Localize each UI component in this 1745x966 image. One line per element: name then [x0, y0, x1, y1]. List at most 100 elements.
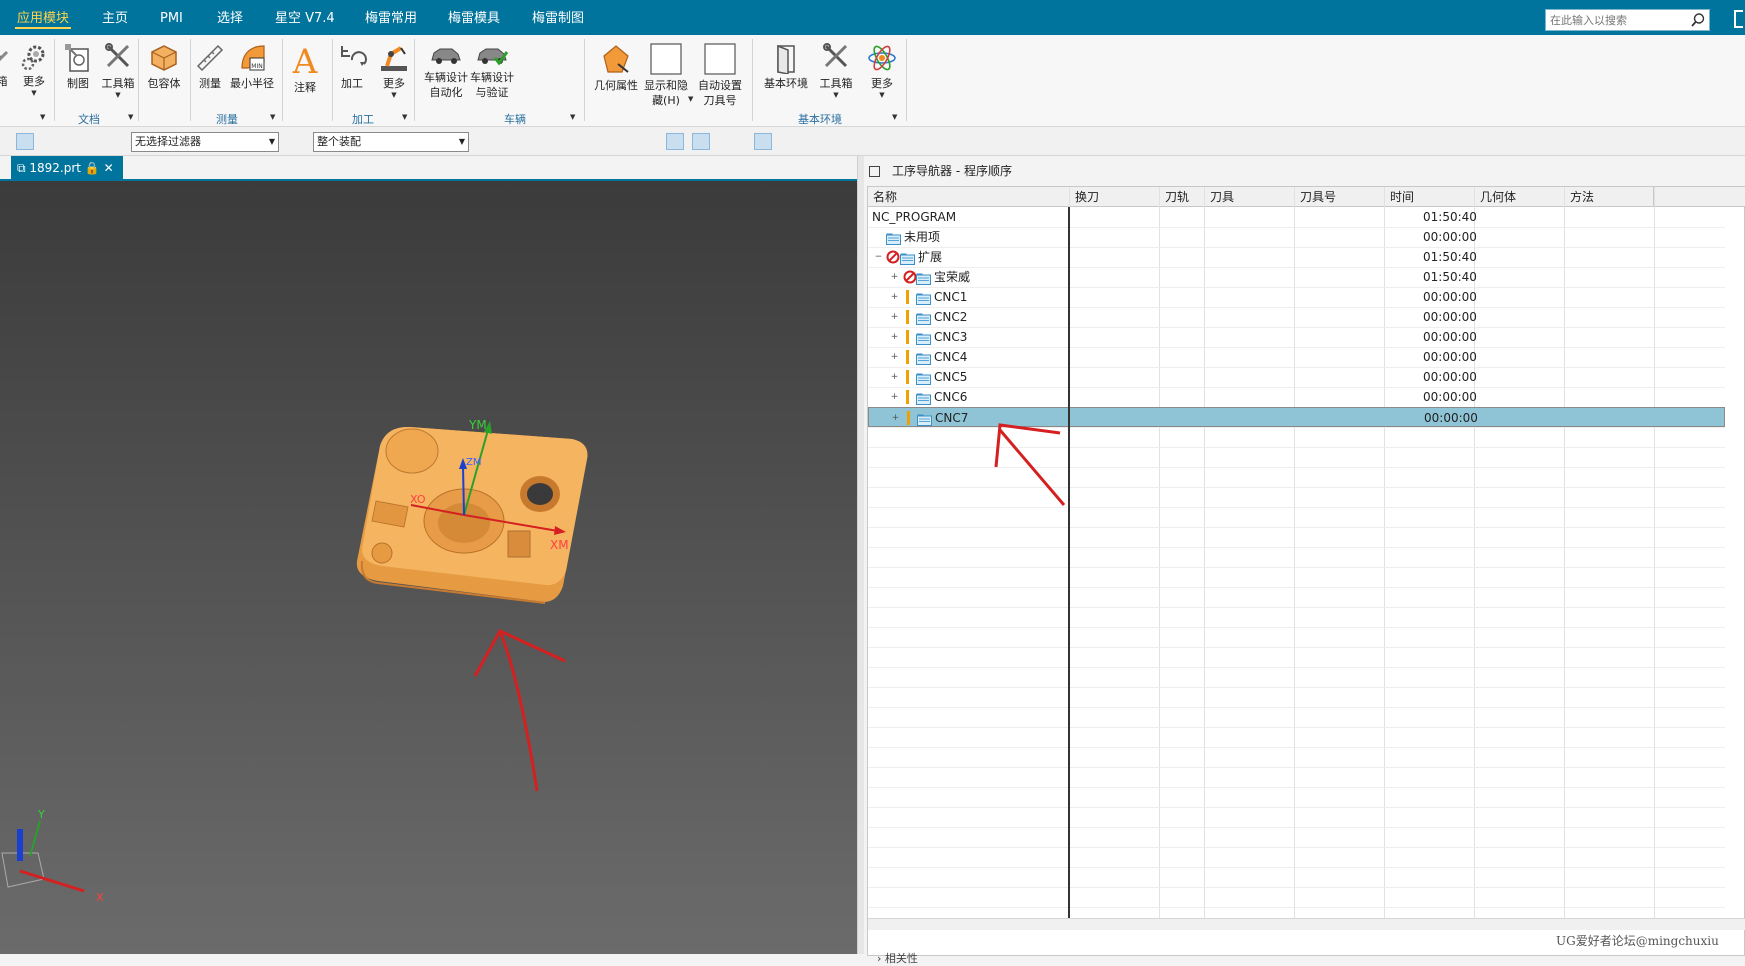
- more-button-3[interactable]: 更多 ▼: [856, 37, 908, 105]
- row-divider: [868, 607, 1725, 608]
- no-entry-status-icon: [886, 250, 900, 264]
- dropdown-arrow-icon[interactable]: ▼: [688, 95, 693, 103]
- snap-solid-icon[interactable]: [540, 133, 558, 150]
- horizontal-scrollbar[interactable]: [868, 918, 1745, 930]
- annotation-button[interactable]: A 注释: [279, 37, 331, 105]
- close-icon[interactable]: ✕: [104, 161, 114, 175]
- group-overflow-icon[interactable]: ▼: [270, 113, 275, 121]
- vehicle-design-automation-button[interactable]: 车辆设计 自动化: [420, 37, 472, 105]
- dependencies-expander[interactable]: › 相关性: [877, 950, 918, 966]
- row-divider: [868, 907, 1725, 908]
- search-icon[interactable]: [1690, 12, 1706, 28]
- dropdown-arrow-icon: ▼: [879, 91, 885, 99]
- graphics-viewport[interactable]: YM XM XO ZM X Y: [0, 181, 857, 954]
- row-divider: [868, 867, 1725, 868]
- table-row[interactable]: NC_PROGRAM 01:50:40: [868, 207, 1725, 227]
- table-row[interactable]: 未用项 00:00:00: [868, 227, 1725, 247]
- col-header-toolpath[interactable]: 刀轨: [1159, 187, 1204, 207]
- tab-meilei-mold[interactable]: 梅雷模具: [448, 0, 500, 35]
- tab-select[interactable]: 选择: [217, 0, 243, 35]
- col-header-time[interactable]: 时间: [1384, 187, 1474, 207]
- col-header-tool-number[interactable]: 刀具号: [1294, 187, 1384, 207]
- file-tab[interactable]: ⧉ 1892.prt 🔒 ✕: [11, 156, 123, 181]
- group-overflow-icon[interactable]: ▼: [570, 113, 575, 121]
- expand-icon[interactable]: +: [890, 353, 899, 362]
- table-row[interactable]: + CNC4 00:00:00: [868, 347, 1725, 367]
- expand-icon[interactable]: +: [890, 373, 899, 382]
- window-restore-icon[interactable]: [1734, 10, 1743, 28]
- group-overflow-icon[interactable]: ▼: [128, 113, 133, 121]
- col-header-method[interactable]: 方法: [1564, 187, 1654, 207]
- operation-name: 宝荣威: [934, 270, 971, 284]
- show-hide-button[interactable]: 显示和隐 藏(H): [640, 37, 692, 107]
- table-row[interactable]: + CNC5 00:00:00: [868, 367, 1725, 387]
- operation-time: 00:00:00: [1423, 230, 1477, 244]
- table-row[interactable]: + CNC6 00:00:00: [868, 387, 1725, 407]
- general-selection-icon[interactable]: [480, 133, 498, 150]
- pin-checkbox[interactable]: [869, 166, 880, 177]
- expand-icon[interactable]: +: [891, 414, 900, 423]
- select-edge-icon[interactable]: [90, 133, 108, 150]
- row-divider: [868, 847, 1725, 848]
- select-operation-icon[interactable]: [754, 133, 772, 150]
- bounding-body-button[interactable]: 包容体: [138, 37, 190, 105]
- tab-pmi[interactable]: PMI: [160, 0, 183, 35]
- command-search[interactable]: [1545, 9, 1710, 31]
- operation-name: CNC2: [934, 310, 968, 324]
- assembly-scope-select[interactable]: 整个装配 ▼: [313, 132, 469, 152]
- select-body-icon[interactable]: [40, 133, 58, 150]
- dropdown-arrow-icon: ▼: [115, 91, 121, 99]
- expand-icon[interactable]: +: [890, 313, 899, 322]
- geometry-properties-button[interactable]: 几何属性: [590, 37, 642, 105]
- hide-eye-icon[interactable]: [718, 133, 736, 150]
- col-header-tool[interactable]: 刀具: [1204, 187, 1294, 207]
- panel-splitter[interactable]: [857, 156, 864, 954]
- col-header-name[interactable]: 名称: [868, 187, 1068, 207]
- vehicle-design-verify-button[interactable]: 车辆设计 与验证: [466, 37, 518, 105]
- wireframe-view-icon[interactable]: [630, 133, 648, 150]
- expand-icon[interactable]: +: [890, 333, 899, 342]
- toolbox-button-1[interactable]: 工具箱 ▼: [92, 37, 144, 105]
- more-button-2[interactable]: 更多 ▼: [368, 37, 420, 105]
- snap-end-icon[interactable]: [566, 133, 584, 150]
- select-group-icon[interactable]: [780, 133, 798, 150]
- type-filter-select[interactable]: 无选择过滤器 ▼: [131, 132, 279, 152]
- part-model[interactable]: [356, 426, 588, 604]
- min-radius-button[interactable]: MIN 最小半径: [226, 37, 278, 105]
- tab-home[interactable]: 主页: [102, 0, 128, 35]
- tab-meilei-drafting[interactable]: 梅雷制图: [532, 0, 584, 35]
- table-row[interactable]: + 宝荣威 01:50:40: [868, 267, 1725, 287]
- select-face-icon[interactable]: [66, 133, 84, 150]
- group-overflow-icon[interactable]: ▼: [892, 113, 897, 121]
- tab-meilei-common[interactable]: 梅雷常用: [365, 0, 417, 35]
- col-header-geometry[interactable]: 几何体: [1474, 187, 1564, 207]
- shaded-view-icon[interactable]: [604, 133, 622, 150]
- toolbox-button-2[interactable]: 工具箱 ▼: [810, 37, 862, 105]
- filter-icon[interactable]: [288, 133, 306, 150]
- group-label-vehicle: 车辆: [504, 113, 526, 126]
- show-wcs-icon[interactable]: [666, 133, 684, 150]
- tab-applications[interactable]: 应用模块: [14, 0, 72, 35]
- show-hide-eye-icon[interactable]: [692, 133, 710, 150]
- group-overflow-icon[interactable]: ▼: [402, 113, 407, 121]
- group-overflow-icon[interactable]: ▼: [40, 113, 45, 121]
- select-program-icon[interactable]: [806, 133, 824, 150]
- expand-icon[interactable]: +: [890, 393, 899, 402]
- auto-tool-number-button[interactable]: 自动设置 刀具号: [694, 37, 746, 107]
- snap-point-icon[interactable]: [512, 133, 530, 150]
- col-header-tool-change[interactable]: 换刀: [1069, 187, 1159, 207]
- select-feature-icon[interactable]: [16, 133, 34, 150]
- tab-xingkong[interactable]: 星空 V7.4: [275, 0, 335, 35]
- table-row[interactable]: + CNC1 00:00:00: [868, 287, 1725, 307]
- gear-icon: [21, 45, 45, 71]
- table-row[interactable]: + CNC2 00:00:00: [868, 307, 1725, 327]
- base-environment-button[interactable]: 基本环境: [760, 37, 812, 105]
- operation-time: 00:00:00: [1423, 290, 1477, 304]
- table-row[interactable]: + CNC3 00:00:00: [868, 327, 1725, 347]
- search-input[interactable]: [1546, 10, 1686, 30]
- expand-icon[interactable]: +: [890, 273, 899, 282]
- expand-icon[interactable]: +: [890, 293, 899, 302]
- table-row[interactable]: − 扩展 01:50:40: [868, 247, 1725, 267]
- operation-name: 未用项: [904, 230, 941, 244]
- collapse-icon[interactable]: −: [874, 253, 883, 262]
